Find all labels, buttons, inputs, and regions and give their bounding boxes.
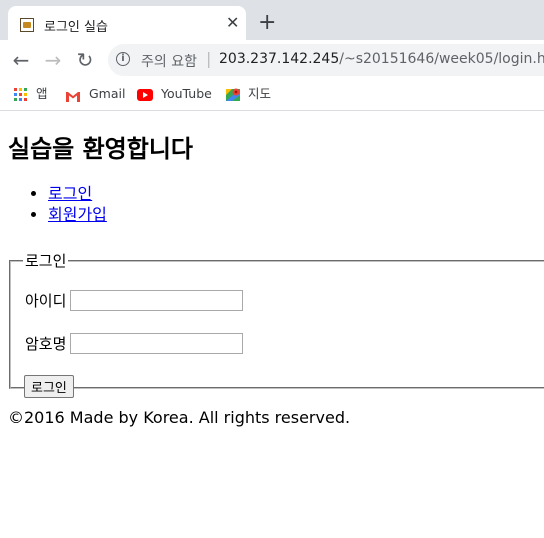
bookmark-label: Gmail [89, 86, 126, 101]
apps-icon [14, 87, 28, 102]
bookmark-label: 앱 [36, 86, 48, 101]
bookmark-maps[interactable]: 지도 [226, 84, 271, 104]
bookmark-youtube[interactable]: YouTube [137, 84, 212, 104]
id-label: 아이디 [25, 292, 67, 310]
tab-close-icon[interactable]: ✕ [226, 14, 239, 32]
bookmarks-bar: 앱 Gmail YouTube 지도 [0, 80, 544, 111]
login-fieldset: 로그인 아이디 암호명 로그인 [9, 250, 544, 398]
address-bar[interactable]: i 주의 요함 | 203.237.142.245/~s20151646/wee… [108, 44, 544, 76]
info-icon[interactable]: i [116, 52, 130, 66]
maps-icon [226, 87, 240, 103]
menu-item-login: 로그인 [48, 183, 107, 204]
url-text[interactable]: 203.237.142.245/~s20151646/week05/login.… [219, 51, 544, 67]
password-label: 암호명 [25, 335, 67, 353]
gmail-icon [65, 89, 81, 102]
password-row: 암호명 [25, 333, 244, 354]
security-status[interactable]: 주의 요함 [141, 51, 197, 71]
bookmark-label: 지도 [248, 86, 272, 101]
youtube-icon [137, 88, 153, 101]
footer-text: ©2016 Made by Korea. All rights reserved… [8, 408, 351, 427]
address-separator: | [206, 49, 212, 68]
page-content: 실습을 환영합니다 로그인 회원가입 로그인 아이디 암호명 로그인 ©2016… [0, 111, 544, 538]
bookmark-gmail[interactable]: Gmail [65, 84, 125, 104]
bookmark-label: YouTube [161, 86, 212, 101]
bookmark-apps[interactable]: 앱 [14, 84, 48, 104]
signup-link[interactable]: 회원가입 [48, 205, 107, 224]
page-favicon-icon [20, 18, 34, 32]
page-title: 실습을 환영합니다 [8, 135, 193, 163]
nav-menu: 로그인 회원가입 [8, 183, 107, 225]
menu-item-signup: 회원가입 [48, 204, 107, 225]
browser-toolbar: ← → ↻ i 주의 요함 | 203.237.142.245/~s201516… [0, 40, 544, 80]
new-tab-button[interactable]: + [258, 12, 276, 34]
forward-button[interactable]: → [41, 48, 65, 72]
login-submit-button[interactable]: 로그인 [24, 375, 74, 398]
id-row: 아이디 [25, 290, 244, 311]
url-path: /~s20151646/week05/login.html [339, 51, 544, 67]
login-link[interactable]: 로그인 [48, 184, 92, 203]
tab-title: 로그인 실습 [44, 20, 108, 35]
back-button[interactable]: ← [9, 48, 33, 72]
password-input[interactable] [70, 333, 244, 354]
url-host: 203.237.142.245 [219, 51, 340, 67]
reload-button[interactable]: ↻ [73, 48, 97, 72]
id-input[interactable] [70, 290, 244, 311]
login-legend: 로그인 [25, 252, 67, 270]
